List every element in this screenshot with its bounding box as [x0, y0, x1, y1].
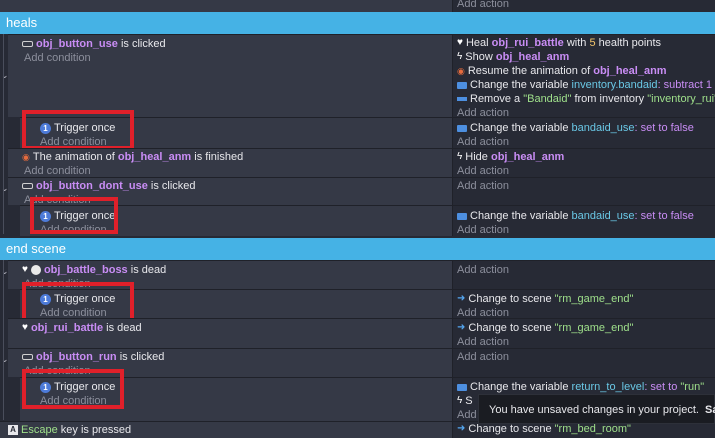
add-condition-link[interactable]: Add condition — [24, 51, 91, 65]
condition-button-dont-use[interactable]: obj_button_dont_use is clicked — [22, 179, 196, 193]
heart-icon: ♥ — [457, 37, 463, 49]
keyboard-icon: A — [8, 425, 18, 436]
object-name: obj_button_run — [36, 351, 117, 363]
variable-icon — [457, 383, 467, 391]
subevent-trigger-once-2-actions[interactable]: Change the variable bandaid_use: set to … — [452, 205, 715, 236]
condition-rui-dead[interactable]: ♥ obj_rui_battle is dead — [22, 321, 142, 335]
action-heal[interactable]: ♥ Heal obj_rui_battle with 5 health point… — [457, 36, 661, 50]
event-group-end-scene[interactable]: end scene — [0, 238, 715, 260]
add-action-link[interactable]: Add — [457, 408, 477, 422]
animation-icon: ◉ — [22, 152, 30, 163]
toast-message: You have unsaved changes in your project… — [489, 404, 699, 416]
action-resume-animation[interactable]: ◉ Resume the animation of obj_heal_anm — [457, 64, 667, 78]
top-action-cell: Add action — [452, 0, 715, 12]
highlight-box — [22, 369, 124, 409]
action-change-variable[interactable]: Change the variable bandaid_use: set to … — [457, 209, 694, 223]
event-escape-key-conditions[interactable]: A Escape key is pressed — [0, 421, 452, 438]
lightning-icon: ϟ — [457, 395, 463, 407]
add-action-link[interactable]: Add action — [457, 135, 509, 149]
subevent-trigger-once-3-actions[interactable]: ➜ Change to scene "rm_game_end" Add actio… — [452, 289, 715, 319]
add-action-link[interactable]: Add action — [457, 223, 509, 237]
add-action-link[interactable]: Add action — [457, 164, 509, 178]
condition-text: is clicked — [150, 180, 196, 192]
action-change-variable[interactable]: Change the variable bandaid_use: set to … — [457, 121, 694, 135]
button-object-icon — [22, 354, 33, 361]
event-button-dont-use-actions[interactable]: Add action — [452, 177, 715, 205]
event-rui-dead-actions[interactable]: ➜ Change to scene "rm_game_end" Add actio… — [452, 318, 715, 348]
action-change-variable[interactable]: Change the variable inventory.bandaid: s… — [457, 78, 712, 92]
condition-key-pressed[interactable]: A Escape key is pressed — [8, 423, 131, 437]
add-action-link[interactable]: Add action — [457, 179, 509, 193]
event-animation-finished-actions[interactable]: ϟ Hide obj_heal_anm Add action — [452, 148, 715, 177]
arrow-right-icon: ➜ — [457, 322, 466, 334]
add-action-link[interactable]: Add action — [457, 0, 509, 11]
action-change-scene[interactable]: ➜ Change to scene "rm_game_end" — [457, 321, 633, 335]
highlight-box — [30, 197, 118, 234]
tree-guide-line — [3, 34, 4, 234]
condition-text: is clicked — [120, 38, 166, 50]
object-name: obj_heal_anm — [117, 151, 192, 163]
subevent-trigger-once-1-actions[interactable]: Change the variable bandaid_use: set to … — [452, 117, 715, 148]
object-name: obj_button_use — [36, 38, 118, 50]
add-action-link[interactable]: Add action — [457, 335, 509, 349]
event-button-run-actions[interactable]: Add action — [452, 348, 715, 377]
variable-name: inventory.bandaid — [571, 79, 658, 91]
condition-animation-finished[interactable]: ◉ The animation of obj_heal_anm is finish… — [22, 150, 243, 164]
arrow-right-icon: ➜ — [457, 423, 466, 435]
heart-icon: ♥ — [22, 264, 28, 276]
variable-name: bandaid_use — [571, 210, 635, 222]
object-name: obj_button_dont_use — [36, 180, 148, 192]
variable-name: bandaid_use — [571, 122, 635, 134]
event-button-use-conditions[interactable]: obj_button_use is clicked Add condition — [8, 34, 452, 117]
object-name: obj_heal_anm — [490, 151, 565, 163]
lightning-icon: ϟ — [457, 51, 463, 63]
object-name: obj_battle_boss — [43, 264, 128, 276]
highlight-box — [22, 110, 134, 150]
lightning-icon: ϟ — [457, 151, 463, 163]
tree-guide-line — [3, 260, 4, 420]
arrow-right-icon: ➜ — [457, 293, 466, 305]
condition-boss-dead[interactable]: ♥ obj_battle_boss is dead — [22, 263, 166, 277]
action-hide[interactable]: ϟ Hide obj_heal_anm — [457, 150, 564, 164]
object-name: obj_rui_battle — [491, 37, 564, 49]
heart-icon: ♥ — [22, 322, 28, 334]
save-button[interactable]: Sa — [705, 395, 715, 425]
button-object-icon — [22, 183, 33, 190]
condition-button-use[interactable]: obj_button_use is clicked — [22, 37, 166, 51]
action-show[interactable]: ϟ Show obj_heal_anm — [457, 50, 569, 64]
animation-icon: ◉ — [457, 66, 465, 77]
event-group-heals[interactable]: heals — [0, 12, 715, 34]
add-action-link[interactable]: Add action — [457, 350, 509, 364]
add-action-link[interactable]: Add action — [457, 263, 509, 277]
inventory-icon — [457, 97, 467, 102]
event-rui-dead-conditions[interactable]: ♥ obj_rui_battle is dead — [8, 318, 452, 348]
boss-object-icon — [30, 265, 41, 276]
condition-text: is clicked — [119, 351, 165, 363]
variable-icon — [457, 124, 467, 132]
action-partial[interactable]: ϟS — [457, 394, 473, 408]
object-name: obj_rui_battle — [30, 322, 104, 334]
event-animation-finished-conditions[interactable]: ◉ The animation of obj_heal_anm is finish… — [8, 148, 452, 177]
event-boss-dead-actions[interactable]: Add action — [452, 260, 715, 289]
group-title: end scene — [6, 241, 66, 256]
unsaved-changes-toast: You have unsaved changes in your project… — [478, 394, 715, 424]
action-change-variable[interactable]: Change the variable return_to_level: set… — [457, 380, 704, 394]
action-change-scene[interactable]: ➜ Change to scene "rm_game_end" — [457, 292, 633, 306]
object-name: obj_heal_anm — [593, 65, 667, 77]
button-object-icon — [22, 41, 33, 48]
variable-icon — [457, 81, 467, 89]
event-button-use-actions[interactable]: ♥ Heal obj_rui_battle with 5 health point… — [452, 34, 715, 119]
variable-name: return_to_level — [571, 381, 645, 393]
condition-button-run[interactable]: obj_button_run is clicked — [22, 350, 164, 364]
object-name: obj_heal_anm — [495, 51, 570, 63]
action-remove-inventory[interactable]: Remove a "Bandaid" from inventory "inven… — [457, 92, 715, 106]
add-condition-link[interactable]: Add condition — [24, 164, 91, 178]
group-title: heals — [6, 15, 38, 30]
variable-icon — [457, 212, 467, 220]
top-condition-cell — [0, 0, 452, 12]
